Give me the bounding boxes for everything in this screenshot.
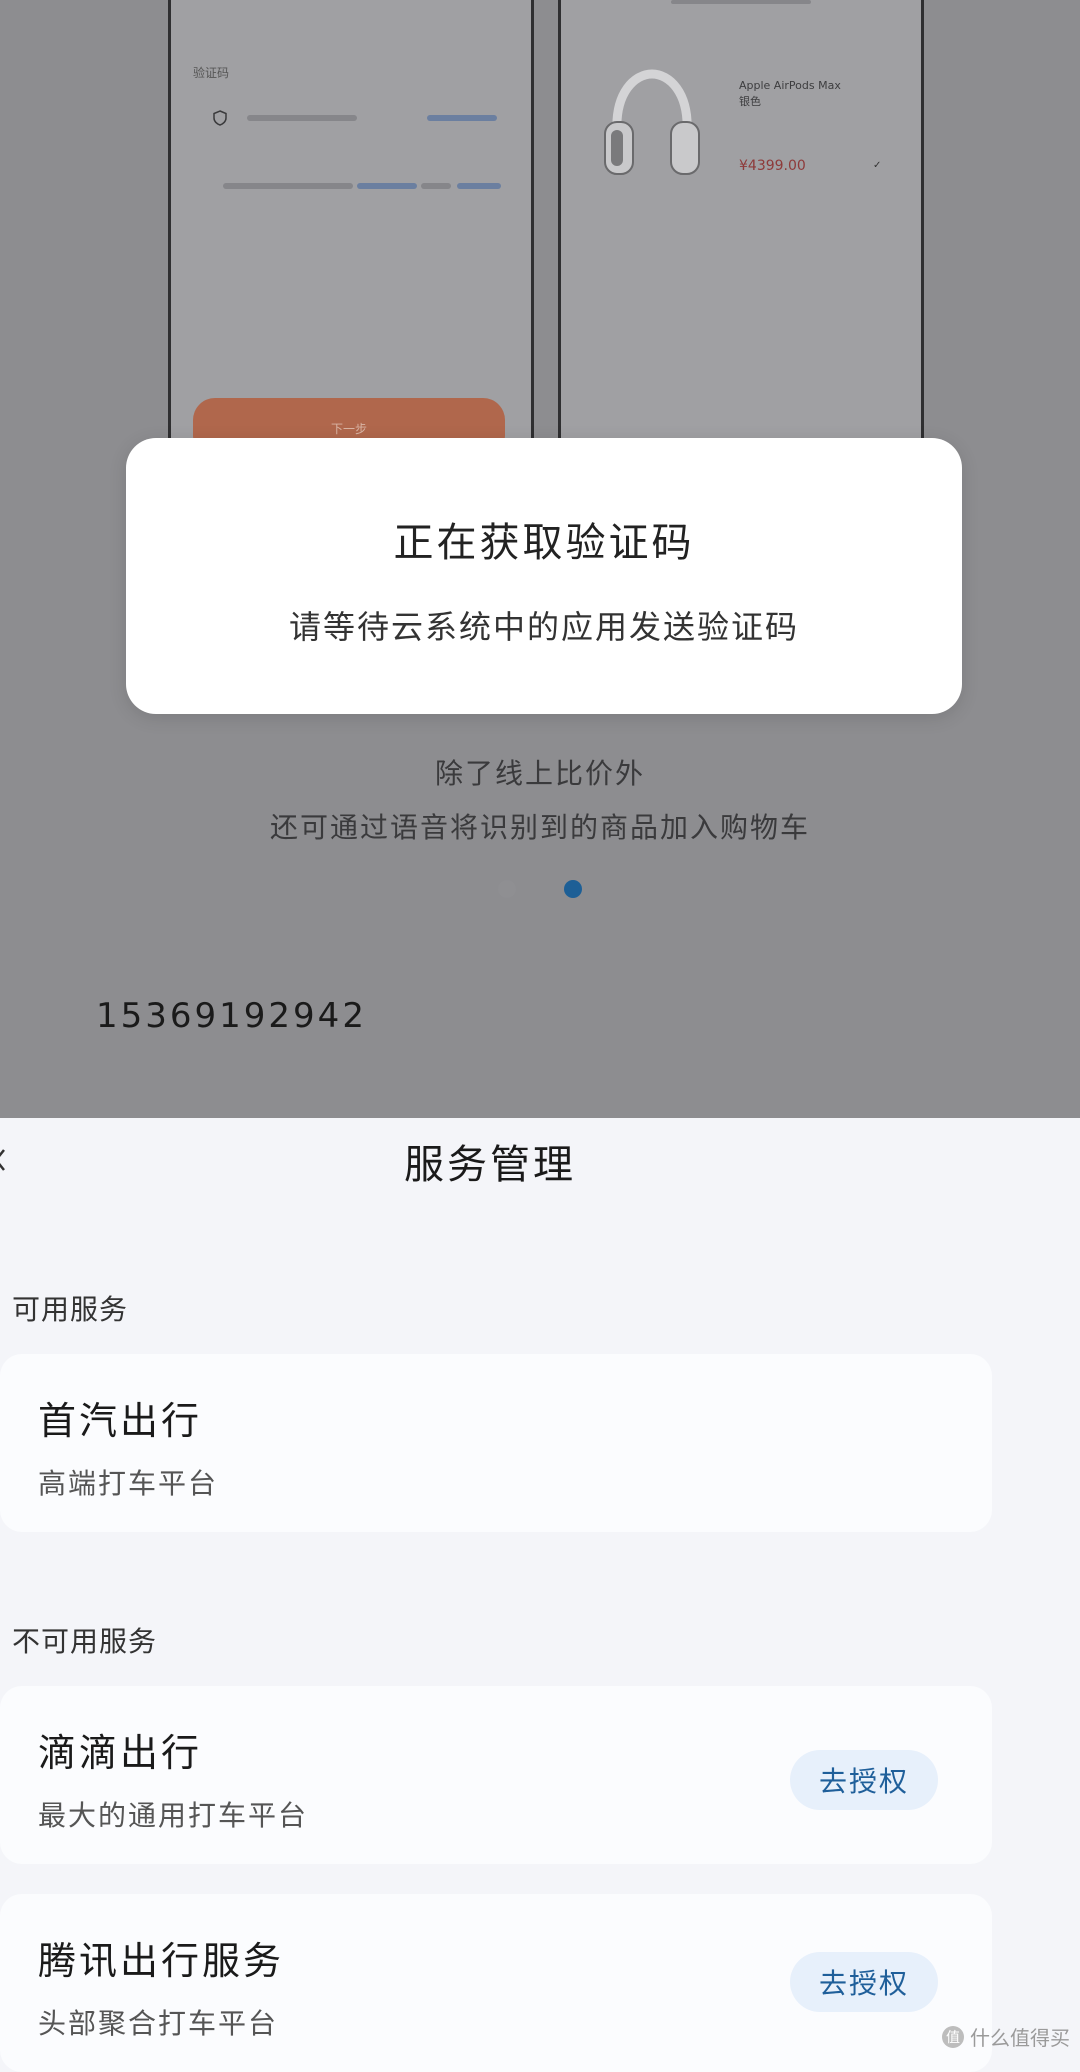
feature-description-line: 除了线上比价外: [434, 757, 645, 790]
blurred-text: [223, 183, 353, 189]
verification-toast: 正在获取验证码 请等待云系统中的应用发送验证码: [126, 438, 962, 714]
blurred-link: [427, 115, 497, 121]
sheet-title: 服务管理: [404, 1142, 576, 1188]
service-management-sheet: 服务管理 可用服务 首汽出行 高端打车平台 不可用服务 滴滴出行 最大的通用打车…: [0, 1118, 1044, 2072]
phone-mockup-login: 验证码 下一步: [168, 0, 534, 463]
blurred-text: [421, 183, 451, 189]
product-price: ¥4399.00: [739, 158, 806, 174]
service-description: 高端打车平台: [38, 1467, 219, 1500]
section-label-available: 可用服务: [12, 1293, 129, 1326]
section-label-unavailable: 不可用服务: [12, 1625, 158, 1658]
service-card[interactable]: 腾讯出行服务 头部聚合打车平台 去授权: [0, 1894, 992, 2072]
watermark: 值 什么值得买: [942, 2022, 1070, 2051]
verify-label: 验证码: [193, 66, 230, 80]
blurred-link: [457, 183, 501, 189]
service-description: 头部聚合打车平台: [38, 2007, 279, 2040]
blurred-text: [671, 0, 811, 4]
blurred-text: [247, 115, 357, 121]
product-name: Apple AirPods Max 银色: [739, 79, 841, 108]
authorize-button[interactable]: 去授权: [790, 1952, 938, 2012]
service-name: 腾讯出行服务: [38, 1939, 285, 1983]
watermark-text: 什么值得买: [970, 2026, 1070, 2050]
feature-description-line: 还可通过语音将识别到的商品加入购物车: [269, 811, 810, 844]
carousel-indicator: [0, 880, 1080, 898]
carousel-dot-active[interactable]: [564, 880, 582, 898]
authorize-button[interactable]: 去授权: [790, 1750, 938, 1810]
watermark-logo-icon: 值: [942, 2025, 964, 2048]
toast-title: 正在获取验证码: [393, 520, 695, 566]
toast-message: 请等待云系统中的应用发送验证码: [288, 608, 799, 646]
service-name: 滴滴出行: [38, 1731, 203, 1775]
blurred-link: [357, 183, 417, 189]
service-description: 最大的通用打车平台: [38, 1799, 309, 1832]
service-name: 首汽出行: [38, 1399, 203, 1443]
service-card[interactable]: 滴滴出行 最大的通用打车平台 去授权: [0, 1686, 992, 1864]
phone-number: 15369192942: [96, 996, 367, 1036]
phone-mockup-product: Apple AirPods Max 银色 ¥4399.00 ✓: [558, 0, 924, 463]
cart-icon: ✓: [873, 160, 882, 171]
shield-icon: [213, 110, 227, 126]
carousel-dot[interactable]: [498, 880, 516, 898]
headphones-image: [604, 69, 700, 175]
service-card[interactable]: 首汽出行 高端打车平台: [0, 1354, 992, 1532]
